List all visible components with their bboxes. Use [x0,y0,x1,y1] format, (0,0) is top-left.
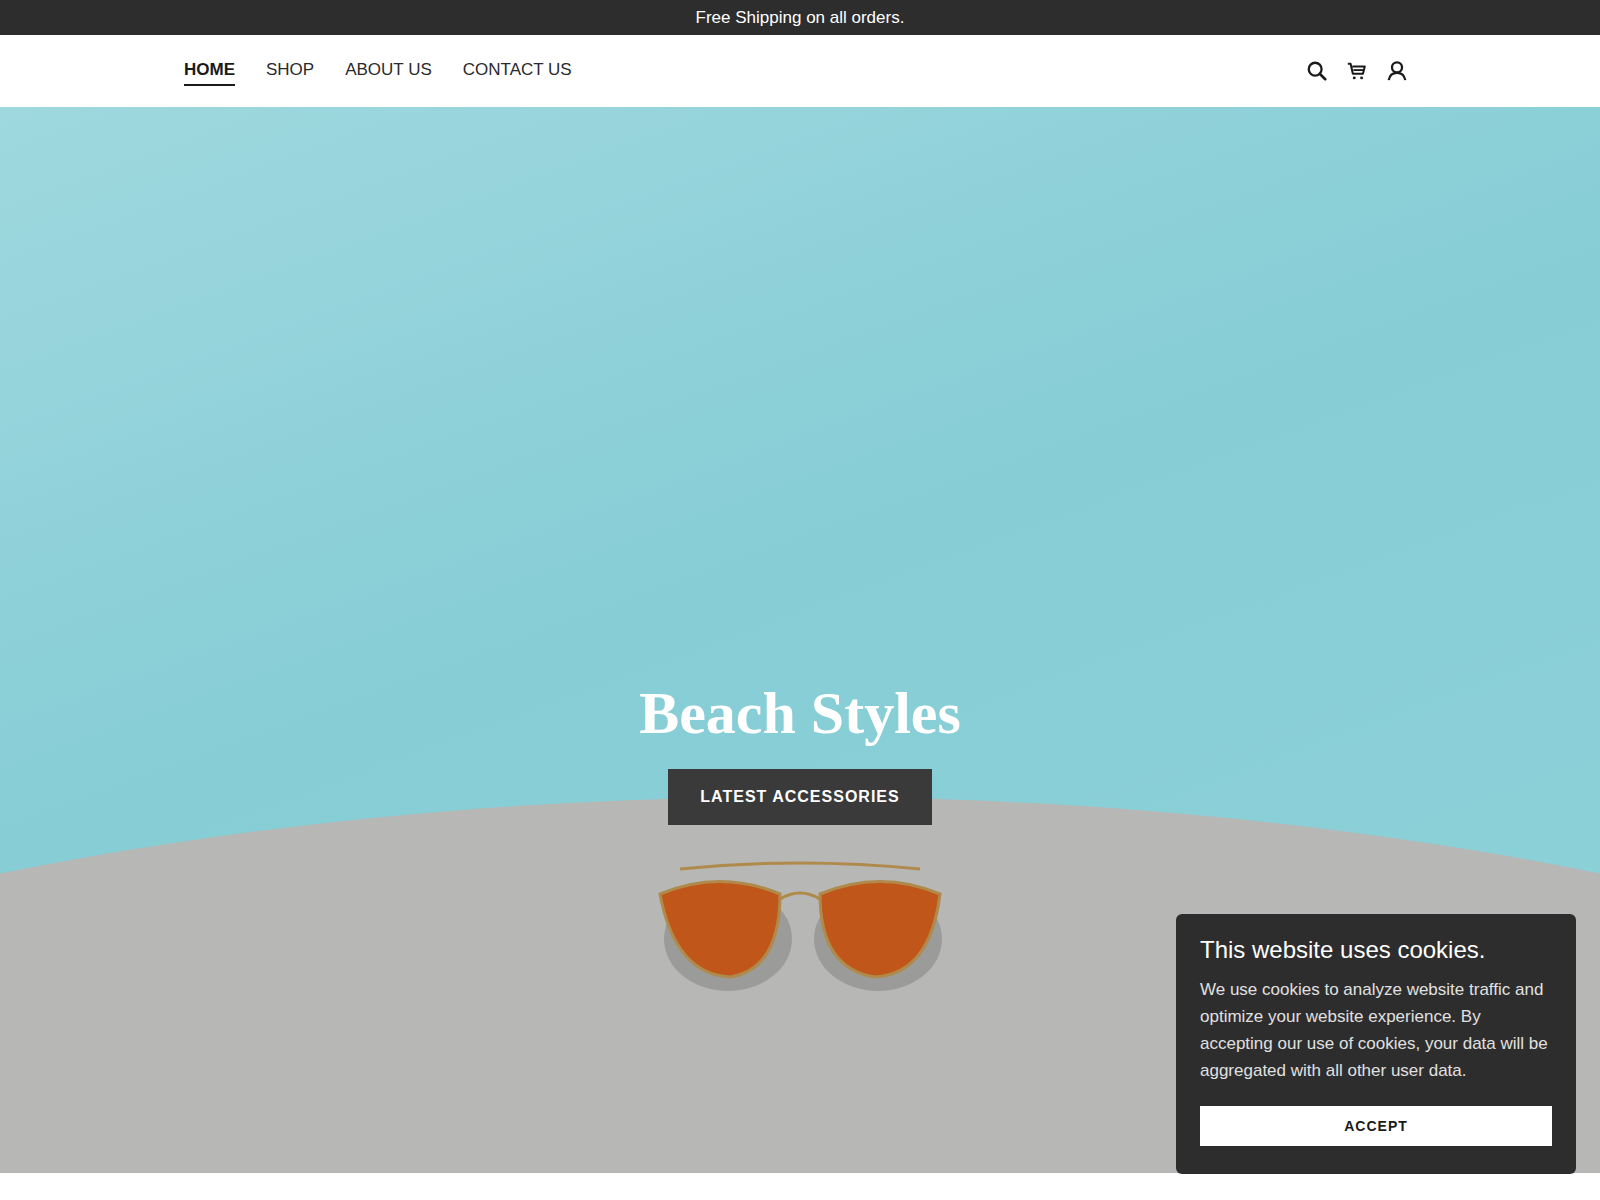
announcement-text: Free Shipping on all orders. [696,8,905,28]
hero-button[interactable]: LATEST ACCESSORIES [668,769,931,825]
nav-links: HOME SHOP ABOUT US CONTACT US [184,56,572,86]
cookie-banner: This website uses cookies. We use cookie… [1176,914,1576,1174]
nav-link[interactable]: HOME [184,56,235,86]
cart-icon[interactable] [1346,60,1368,82]
accept-button[interactable]: ACCEPT [1200,1106,1552,1146]
sunglasses-icon [640,859,960,999]
page: Free Shipping on all orders. HOME SHOP ABO… [0,0,1600,1200]
hero-title: Beach Styles [639,677,961,749]
nav-link[interactable]: SHOP [266,56,314,86]
nav-bar: HOME SHOP ABOUT US CONTACT US [0,35,1600,107]
account-icon[interactable] [1386,60,1408,82]
nav-link[interactable]: CONTACT US [463,56,572,86]
nav-icons [1306,60,1408,82]
nav-link[interactable]: ABOUT US [345,56,432,86]
cookie-title: This website uses cookies. [1200,934,1552,966]
search-icon[interactable] [1306,60,1328,82]
cookie-text: We use cookies to analyze website traffi… [1200,976,1552,1084]
hero-content: Beach Styles LATEST ACCESSORIES [0,107,1600,999]
announcement-bar: Free Shipping on all orders. [0,0,1600,35]
